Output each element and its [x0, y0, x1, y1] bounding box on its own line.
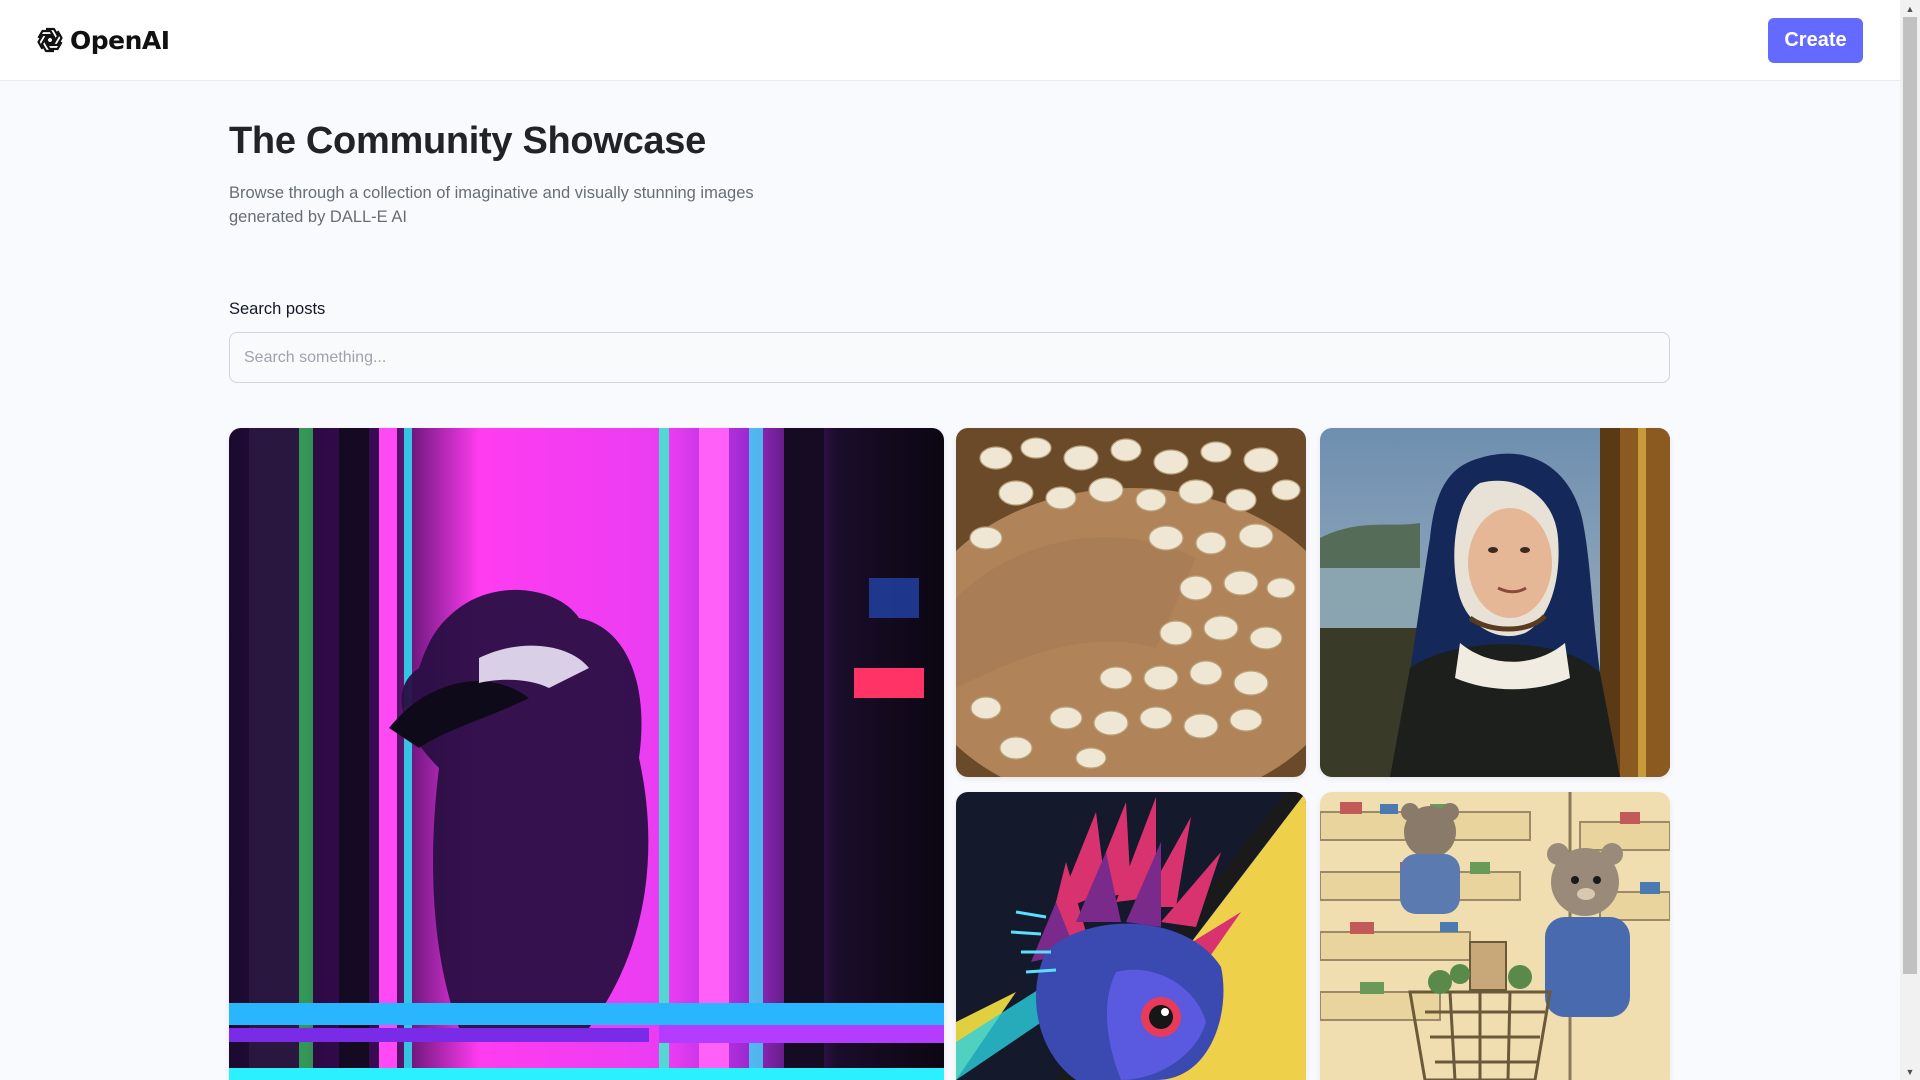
gallery-card-hedgehog[interactable]	[956, 792, 1306, 1080]
portrait-image	[1320, 428, 1670, 777]
scroll-up-arrow-icon[interactable]: ▲	[1900, 0, 1920, 17]
top-header: OpenAI Create	[0, 0, 1900, 81]
gallery-card-portrait[interactable]	[1320, 428, 1670, 777]
search-input[interactable]	[229, 332, 1670, 383]
neon-raccoon-image	[229, 428, 944, 1080]
scrollbar-thumb[interactable]	[1903, 17, 1917, 974]
create-button[interactable]: Create	[1768, 18, 1863, 63]
logo-text: OpenAI	[70, 25, 170, 55]
gallery-card-neon-raccoon[interactable]	[229, 428, 944, 1080]
search-label: Search posts	[229, 300, 326, 318]
scroll-down-arrow-icon[interactable]: ▼	[1900, 1063, 1920, 1080]
oats-image	[956, 428, 1306, 777]
page-scrollbar[interactable]: ▲ ▼	[1900, 0, 1920, 1080]
gallery-card-oats[interactable]	[956, 428, 1306, 777]
page-title: The Community Showcase	[229, 120, 706, 162]
page: OpenAI Create The Community Showcase Bro…	[0, 0, 1920, 1080]
hedgehog-image	[956, 792, 1306, 1080]
teddy-bears-image	[1320, 792, 1670, 1080]
openai-logo-icon	[34, 24, 66, 56]
logo-link[interactable]: OpenAI	[34, 24, 170, 56]
page-subtitle: Browse through a collection of imaginati…	[229, 184, 754, 226]
gallery-card-teddy-bears[interactable]	[1320, 792, 1670, 1080]
